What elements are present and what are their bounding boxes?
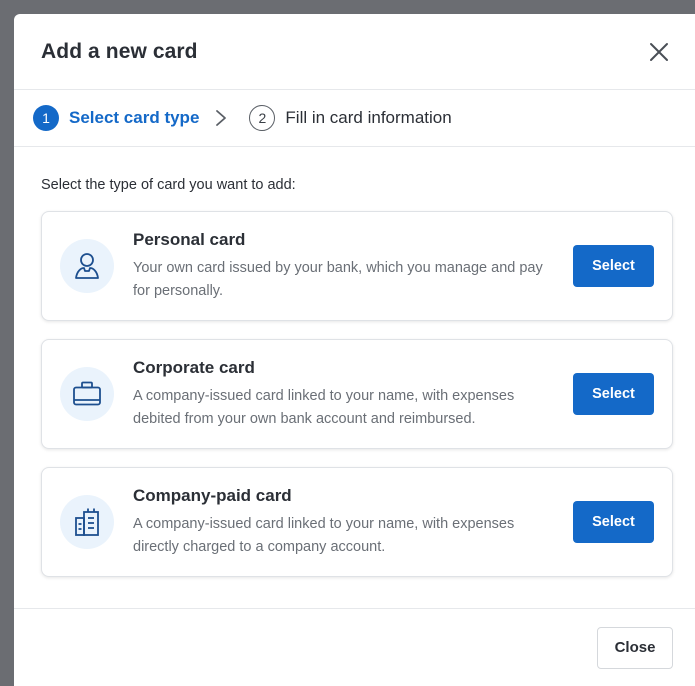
person-icon — [60, 239, 114, 293]
card-option-corporate: Corporate card A company-issued card lin… — [41, 339, 673, 449]
close-x-icon[interactable] — [645, 38, 673, 66]
dialog-title: Add a new card — [41, 39, 198, 63]
card-title: Corporate card — [133, 357, 255, 377]
card-title: Company-paid card — [133, 485, 292, 505]
select-personal-card-button[interactable]: Select — [573, 245, 654, 287]
add-card-dialog: Add a new card 1 Select card type 2 Fill… — [14, 14, 695, 686]
card-text: Company-paid card A company-issued card … — [133, 486, 573, 559]
close-button[interactable]: Close — [597, 626, 673, 669]
card-option-company-paid: Company-paid card A company-issued card … — [41, 467, 673, 577]
building-icon — [60, 495, 114, 549]
stepper: 1 Select card type 2 Fill in card inform… — [14, 90, 695, 147]
select-corporate-card-button[interactable]: Select — [573, 373, 654, 415]
card-title: Personal card — [133, 229, 246, 249]
step-number-1: 1 — [33, 105, 59, 131]
step-label-2: Fill in card information — [285, 108, 452, 127]
card-description: A company-issued card linked to your nam… — [133, 515, 515, 555]
card-option-personal: Personal card Your own card issued by yo… — [41, 211, 673, 321]
dialog-footer: Close — [14, 608, 695, 686]
chevron-right-icon — [215, 109, 227, 127]
briefcase-icon — [60, 367, 114, 421]
step-number-2: 2 — [249, 105, 276, 131]
step-select-card-type[interactable]: 1 Select card type — [33, 105, 199, 131]
card-text: Corporate card A company-issued card lin… — [133, 358, 573, 431]
step-fill-card-info[interactable]: 2 Fill in card information — [249, 105, 452, 131]
intro-text: Select the type of card you want to add: — [41, 177, 296, 193]
card-text: Personal card Your own card issued by yo… — [133, 230, 573, 303]
card-description: A company-issued card linked to your nam… — [133, 387, 515, 427]
card-description: Your own card issued by your bank, which… — [133, 259, 543, 299]
dialog-header: Add a new card — [14, 14, 695, 90]
dialog-content: Select the type of card you want to add:… — [14, 147, 695, 577]
step-label-1: Select card type — [69, 108, 200, 127]
select-company-paid-card-button[interactable]: Select — [573, 501, 654, 543]
